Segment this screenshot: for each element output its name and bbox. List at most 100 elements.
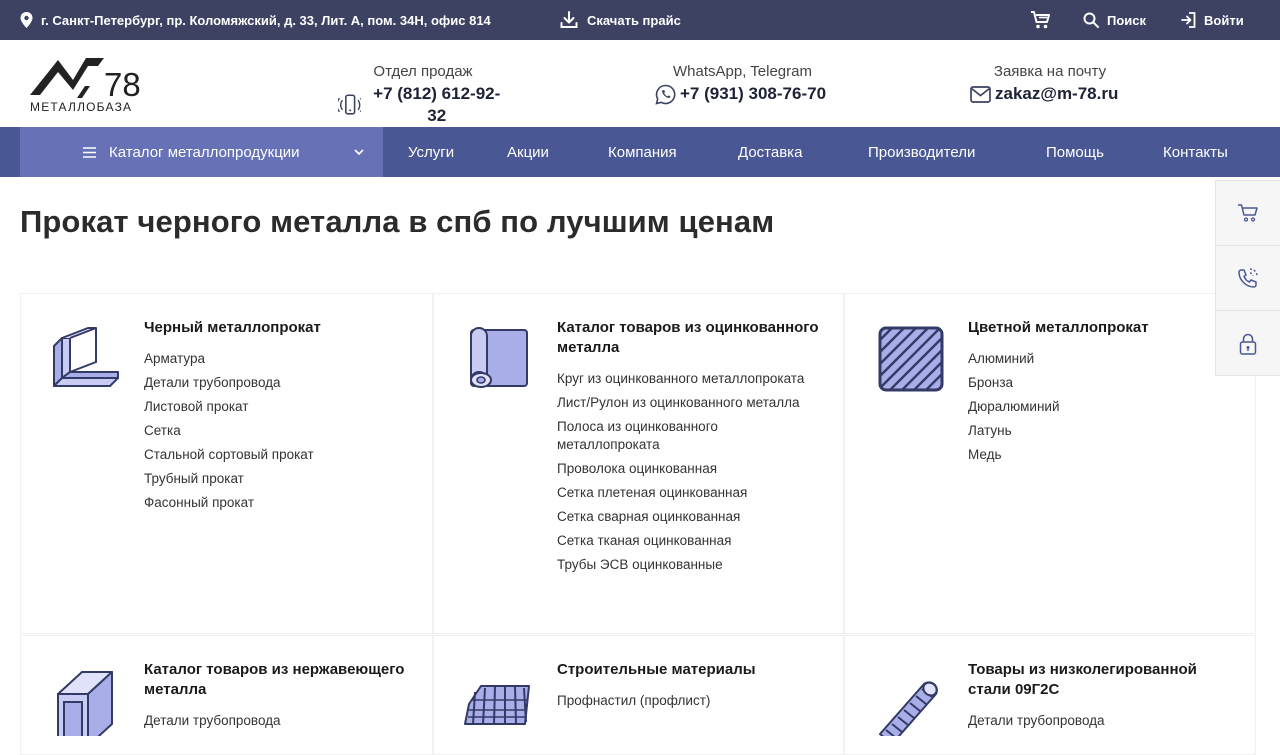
side-account-button[interactable]: [1216, 311, 1280, 376]
category-card: Черный металлопрокат Арматура Детали тру…: [20, 293, 433, 634]
download-price-label: Скачать прайс: [587, 12, 681, 28]
cart-button[interactable]: [1030, 0, 1051, 40]
side-cart-button[interactable]: [1216, 181, 1280, 246]
nav-contacts[interactable]: Контакты: [1163, 127, 1228, 177]
sheet-roll-icon: [470, 327, 528, 388]
mail-icon: [970, 85, 991, 103]
login-label: Войти: [1204, 12, 1244, 28]
card-title[interactable]: Товары из низколегированной стали 09Г2С: [968, 660, 1238, 700]
card-title[interactable]: Каталог товаров из оцинкованного металла: [557, 318, 827, 358]
list-item[interactable]: Круг из оцинкованного металлопроката: [557, 370, 807, 388]
contact-sales-phone[interactable]: +7 (812) 612-92-32: [338, 83, 508, 127]
nonferrous-metal-icon: [878, 326, 944, 392]
card-title[interactable]: Каталог товаров из нержавеющего металла: [144, 660, 414, 700]
logo[interactable]: 78 МЕТАЛЛОБАЗА: [28, 48, 141, 114]
whatsapp-icon: [655, 84, 676, 105]
card-list: Детали трубопровода: [968, 712, 1218, 736]
contact-email: Заявка на почту zakaz@m-78.ru: [970, 63, 1130, 105]
card-list: Арматура Детали трубопровода Листовой пр…: [144, 350, 394, 518]
list-item[interactable]: Полоса из оцинкованного металлопроката: [557, 418, 807, 454]
cart-icon: [1238, 204, 1258, 222]
contact-email-label: Заявка на почту: [993, 63, 1107, 80]
location-pin-icon: [20, 12, 33, 28]
phone-icon: [338, 94, 362, 115]
card-list: Профнастил (профлист): [557, 692, 807, 716]
list-item[interactable]: Дюралюминий: [968, 398, 1218, 416]
list-item[interactable]: Латунь: [968, 422, 1218, 440]
rebar-rod-icon: [879, 681, 938, 736]
list-item[interactable]: Листовой прокат: [144, 398, 394, 416]
category-card: Каталог товаров из нержавеющего металла …: [20, 635, 433, 755]
contact-email-value: zakaz@m-78.ru: [995, 84, 1119, 103]
nav-company[interactable]: Компания: [608, 127, 677, 177]
list-item[interactable]: Алюминий: [968, 350, 1218, 368]
angle-steel-icon: [53, 327, 119, 387]
list-item[interactable]: Сетка тканая оцинкованная: [557, 532, 807, 550]
cart-icon: [1031, 11, 1050, 29]
list-item[interactable]: Сетка: [144, 422, 394, 440]
category-card: Цветной металлопрокат Алюминий Бронза Дю…: [844, 293, 1256, 634]
contact-messengers-phone[interactable]: +7 (931) 308-76-70: [655, 83, 830, 105]
card-list: Детали трубопровода: [144, 712, 394, 736]
list-item[interactable]: Проволока оцинкованная: [557, 460, 807, 478]
download-price-link[interactable]: Скачать прайс: [559, 0, 681, 40]
list-item[interactable]: Лист/Рулон из оцинкованного металла: [557, 394, 807, 412]
list-item[interactable]: Детали трубопровода: [144, 374, 394, 392]
nav-help[interactable]: Помощь: [1046, 127, 1104, 177]
catalog-menu-label: Каталог металлопродукции: [109, 143, 300, 161]
category-card: Строительные материалы Профнастил (профл…: [433, 635, 844, 755]
login-button[interactable]: Войти: [1181, 0, 1244, 40]
list-item[interactable]: Трубный прокат: [144, 470, 394, 488]
contact-sales-value: +7 (812) 612-92-32: [373, 84, 501, 125]
card-title[interactable]: Черный металлопрокат: [144, 318, 414, 338]
card-title[interactable]: Цветной металлопрокат: [968, 318, 1238, 338]
catalog-menu-button[interactable]: Каталог металлопродукции: [20, 127, 383, 177]
contact-messengers-label: WhatsApp, Telegram: [673, 63, 812, 80]
list-item[interactable]: Трубы ЭСВ оцинкованные: [557, 556, 807, 574]
chevron-down-icon: [354, 149, 364, 155]
list-item[interactable]: Арматура: [144, 350, 394, 368]
category-card: Товары из низколегированной стали 09Г2С …: [844, 635, 1256, 755]
category-grid: Черный металлопрокат Арматура Детали тру…: [20, 293, 1256, 755]
search-icon: [1083, 12, 1099, 28]
page-title: Прокат черного металла в спб по лучшим ц…: [20, 204, 775, 239]
contact-messengers-value: +7 (931) 308-76-70: [680, 84, 827, 103]
menu-icon: [83, 146, 96, 158]
nav-manufacturers[interactable]: Производители: [868, 127, 975, 177]
list-item[interactable]: Стальной сортовый прокат: [144, 446, 394, 464]
list-item[interactable]: Детали трубопровода: [968, 712, 1218, 730]
contact-email-address[interactable]: zakaz@m-78.ru: [970, 83, 1130, 105]
list-item[interactable]: Бронза: [968, 374, 1218, 392]
search-button[interactable]: Поиск: [1083, 0, 1146, 40]
address-text: г. Санкт-Петербург, пр. Коломяжский, д. …: [41, 12, 491, 28]
nav-services[interactable]: Услуги: [408, 127, 454, 177]
contact-sales: Отдел продаж +7 (812) 612-92-32: [338, 63, 508, 127]
main-nav: Каталог металлопродукции Услуги Акции Ко…: [0, 127, 1280, 177]
list-item[interactable]: Фасонный прокат: [144, 494, 394, 512]
logo-name: МЕТАЛЛОБАЗА: [30, 100, 133, 114]
header: 78 МЕТАЛЛОБАЗА Отдел продаж +7 (812) 612…: [0, 40, 1280, 127]
list-item[interactable]: Сетка сварная оцинкованная: [557, 508, 807, 526]
contact-messengers: WhatsApp, Telegram +7 (931) 308-76-70: [655, 63, 830, 105]
address[interactable]: г. Санкт-Петербург, пр. Коломяжский, д. …: [20, 0, 491, 40]
login-icon: [1181, 12, 1196, 28]
contact-sales-label: Отдел продаж: [373, 63, 473, 80]
card-list: Круг из оцинкованного металлопроката Лис…: [557, 370, 807, 580]
side-callback-button[interactable]: [1216, 246, 1280, 311]
top-bar: г. Санкт-Петербург, пр. Коломяжский, д. …: [0, 0, 1280, 40]
list-item[interactable]: Сетка плетеная оцинкованная: [557, 484, 807, 502]
list-item[interactable]: Медь: [968, 446, 1218, 464]
card-list: Алюминий Бронза Дюралюминий Латунь Медь: [968, 350, 1218, 470]
list-item[interactable]: Профнастил (профлист): [557, 692, 807, 710]
nav-promotions[interactable]: Акции: [507, 127, 549, 177]
nav-delivery[interactable]: Доставка: [738, 127, 802, 177]
stainless-tube-icon: [57, 671, 113, 736]
card-title[interactable]: Строительные материалы: [557, 660, 827, 680]
download-icon: [560, 11, 578, 28]
search-label: Поиск: [1107, 12, 1147, 28]
phone-call-icon: [1238, 268, 1258, 288]
lock-icon: [1239, 333, 1257, 355]
logo-number: 78: [104, 66, 141, 103]
side-widget: [1215, 180, 1280, 376]
list-item[interactable]: Детали трубопровода: [144, 712, 394, 730]
